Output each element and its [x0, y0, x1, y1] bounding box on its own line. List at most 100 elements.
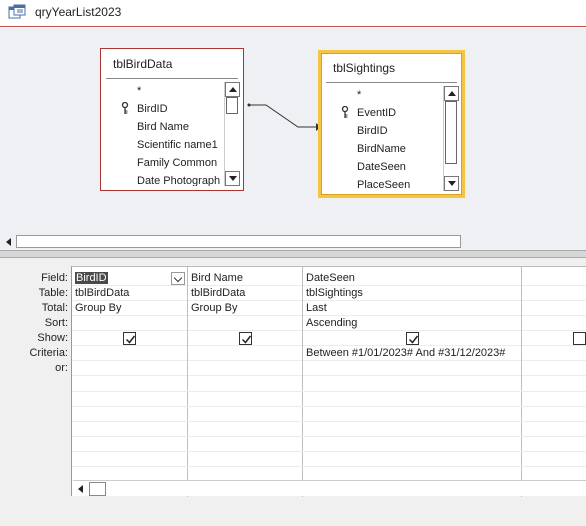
show-cell[interactable]: [522, 331, 586, 346]
row-label-show: Show:: [37, 332, 68, 344]
field-date-photograph[interactable]: Date Photograph: [107, 172, 221, 186]
scroll-thumb[interactable]: [445, 101, 457, 164]
criteria-cell[interactable]: [188, 346, 302, 361]
field-birdid[interactable]: BirdID: [327, 122, 440, 140]
field-value: BirdID: [75, 272, 108, 284]
total-cell[interactable]: Group By: [72, 301, 187, 316]
grid-row-divider: [72, 391, 586, 392]
field-cell[interactable]: BirdID: [72, 271, 187, 286]
field-bird-name[interactable]: Bird Name: [107, 118, 221, 136]
field-cell[interactable]: DateSeen: [303, 271, 521, 286]
scroll-left-button[interactable]: [2, 235, 16, 249]
table-design-pane: tblBirdData * BirdID Bird Name Scientifi…: [0, 28, 586, 250]
sort-cell[interactable]: [72, 316, 187, 331]
sort-cell[interactable]: [188, 316, 302, 331]
scroll-left-button[interactable]: [74, 482, 88, 496]
scroll-down-button[interactable]: [444, 176, 459, 191]
field-all[interactable]: *: [107, 82, 221, 100]
arrow-left-icon: [78, 485, 83, 493]
show-checkbox[interactable]: [239, 332, 252, 345]
grid-column-3[interactable]: DateSeen tblSightings Last Ascending Bet…: [303, 267, 522, 497]
row-label-criteria: Criteria:: [29, 347, 68, 359]
table-box-sightings[interactable]: tblSightings * EventID BirdID BirdName D…: [318, 50, 465, 198]
sort-cell[interactable]: [522, 316, 586, 331]
total-cell[interactable]: Group By: [188, 301, 302, 316]
checkmark-icon: [408, 335, 419, 344]
field-birdid[interactable]: BirdID: [107, 100, 221, 118]
or-cell[interactable]: [72, 361, 187, 376]
table-cell[interactable]: [522, 286, 586, 301]
grid-column-4[interactable]: [522, 267, 586, 497]
row-label-table: Table:: [38, 287, 68, 299]
query-grid-pane: Field: Table: Total: Sort: Show: Criteri…: [0, 258, 586, 526]
field-label: BirdID: [137, 103, 168, 115]
scroll-thumb[interactable]: [16, 235, 461, 248]
show-cell[interactable]: [72, 331, 187, 346]
scroll-up-button[interactable]: [444, 86, 459, 101]
row-labels: Field: Table: Total: Sort: Show: Criteri…: [0, 271, 68, 376]
scroll-up-button[interactable]: [225, 82, 240, 97]
grid-row-divider: [72, 406, 586, 407]
field-scientific-name[interactable]: Scientific name1: [107, 136, 221, 154]
field-birdname[interactable]: BirdName: [327, 140, 440, 158]
criteria-cell[interactable]: Between #1/01/2023# And #31/12/2023#: [303, 346, 521, 361]
table-cell[interactable]: tblBirdData: [188, 286, 302, 301]
or-cell[interactable]: [522, 361, 586, 376]
grid-column-2[interactable]: Bird Name tblBirdData Group By: [188, 267, 303, 497]
table-title: tblSightings: [326, 53, 457, 83]
arrow-down-icon: [447, 181, 456, 186]
field-cell[interactable]: [522, 271, 586, 286]
show-cell[interactable]: [303, 331, 521, 346]
grid-row-divider: [72, 436, 586, 437]
arrow-up-icon: [447, 91, 456, 96]
design-horizontal-scrollbar[interactable]: [0, 234, 586, 250]
field-all[interactable]: *: [327, 86, 440, 104]
field-eventid[interactable]: EventID: [327, 104, 440, 122]
row-label-sort: Sort:: [44, 317, 68, 329]
field-label: EventID: [357, 107, 397, 119]
grid-row-divider: [72, 466, 586, 467]
field-dropdown-button[interactable]: [171, 272, 185, 285]
scroll-thumb[interactable]: [89, 482, 106, 496]
criteria-cell[interactable]: [522, 346, 586, 361]
grid-horizontal-scrollbar[interactable]: [73, 480, 586, 496]
sort-cell[interactable]: Ascending: [303, 316, 521, 331]
checkmark-icon: [241, 335, 252, 344]
field-family-common[interactable]: Family Common N: [107, 154, 221, 172]
row-label-total: Total:: [41, 302, 68, 314]
or-cell[interactable]: [303, 361, 521, 376]
or-cell[interactable]: [188, 361, 302, 376]
grid-row-divider: [72, 451, 586, 452]
show-cell[interactable]: [188, 331, 302, 346]
field-dateseen[interactable]: DateSeen: [327, 158, 440, 176]
pane-splitter[interactable]: [0, 250, 586, 258]
design-grid: BirdID tblBirdData Group By Bird Name tb…: [71, 266, 586, 497]
query-icon: [8, 4, 26, 19]
show-checkbox[interactable]: [406, 332, 419, 345]
table-cell[interactable]: tblSightings: [303, 286, 521, 301]
field-list: * BirdID Bird Name Scientific name1 Fami…: [107, 82, 221, 186]
arrow-left-icon: [6, 238, 11, 246]
query-title: qryYearList2023: [35, 5, 122, 19]
field-list: * EventID BirdID BirdName DateSeen Place…: [327, 86, 440, 191]
arrow-down-icon: [228, 176, 237, 181]
grid-column-1[interactable]: BirdID tblBirdData Group By: [72, 267, 188, 497]
total-cell[interactable]: Last: [303, 301, 521, 316]
query-tab[interactable]: qryYearList2023: [0, 0, 586, 27]
field-placeseen[interactable]: PlaceSeen: [327, 176, 440, 191]
show-checkbox[interactable]: [573, 332, 586, 345]
field-scrollbar[interactable]: [224, 82, 240, 186]
grid-row-divider: [72, 421, 586, 422]
show-checkbox[interactable]: [123, 332, 136, 345]
table-cell[interactable]: tblBirdData: [72, 286, 187, 301]
total-cell[interactable]: [522, 301, 586, 316]
relationship-line: [247, 103, 321, 131]
field-scrollbar[interactable]: [443, 86, 459, 191]
criteria-cell[interactable]: [72, 346, 187, 361]
table-box-birddata[interactable]: tblBirdData * BirdID Bird Name Scientifi…: [100, 48, 244, 191]
scroll-thumb[interactable]: [226, 97, 238, 114]
field-cell[interactable]: Bird Name: [188, 271, 302, 286]
row-label-or: or:: [55, 362, 68, 374]
scroll-down-button[interactable]: [225, 171, 240, 186]
table-title: tblBirdData: [106, 49, 238, 79]
